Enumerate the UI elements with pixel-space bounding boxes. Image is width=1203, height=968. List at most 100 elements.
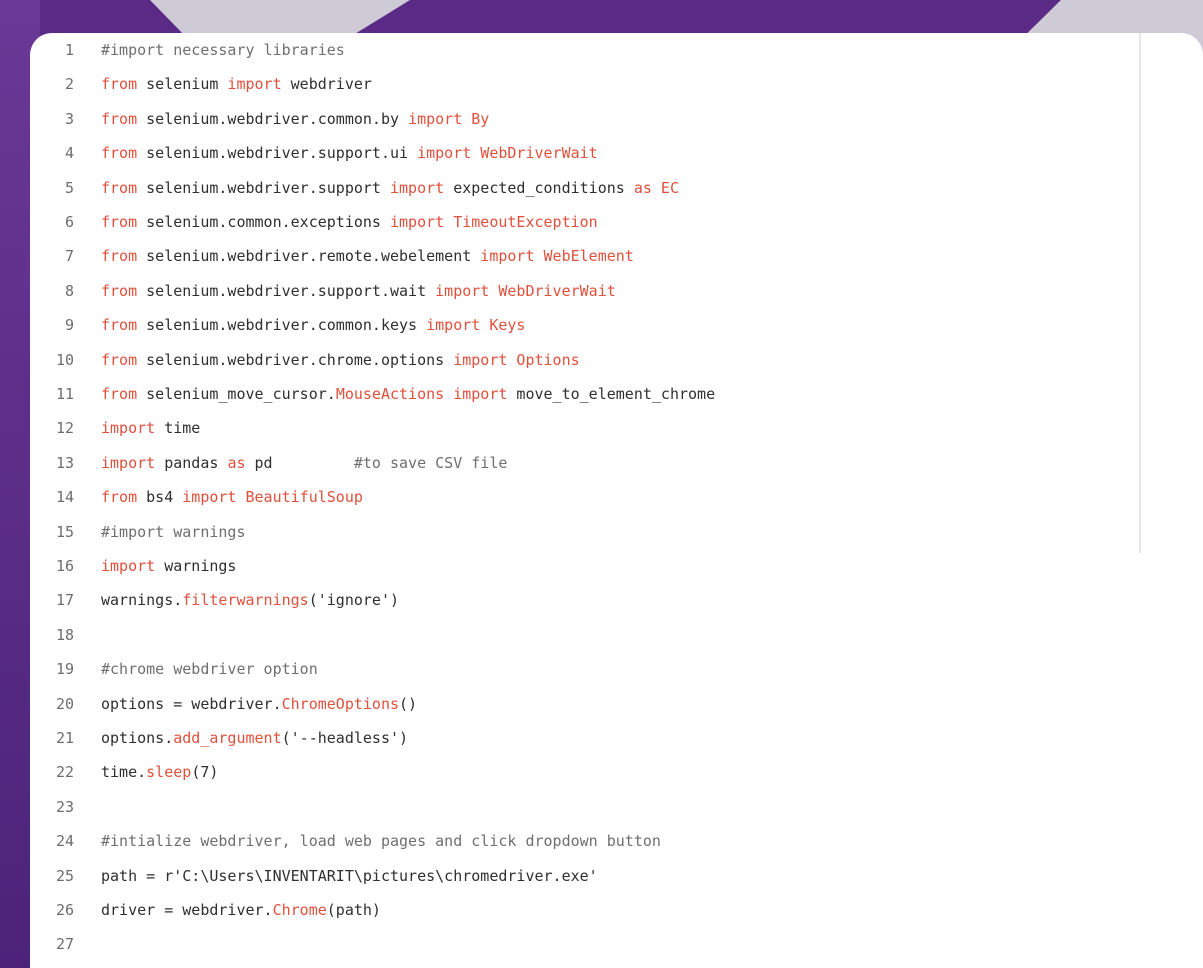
code-token: selenium.webdriver.common.keys [137, 316, 427, 335]
code-token: import [101, 453, 156, 472]
code-line: 16 import warnings [30, 549, 1203, 583]
code-token: #to save CSV file [353, 453, 508, 472]
code-line: 2 from selenium import webdriver [30, 67, 1203, 101]
code-line: 20 options = webdriver.ChromeOptions() [30, 687, 1203, 721]
code-token: from [101, 350, 138, 369]
code-token: from [101, 247, 138, 266]
code-token: import [101, 419, 156, 438]
code-token: BeautifulSoup [236, 488, 363, 507]
code-token: selenium.webdriver.support [137, 178, 390, 197]
line-text: import time [101, 411, 200, 445]
line-number: 12 [55, 419, 74, 438]
code-token: warnings. [101, 591, 183, 610]
code-token: #import necessary libraries [101, 41, 345, 59]
code-token: import [390, 213, 445, 231]
code-line: 22 time.sleep(7) [30, 755, 1203, 789]
code-token: filterwarnings [182, 591, 309, 610]
code-line: 17 warnings.filterwarnings('ignore') [30, 583, 1203, 617]
code-token: from [101, 316, 138, 335]
line-text: warnings.filterwarnings('ignore') [101, 583, 399, 617]
line-number: 7 [64, 247, 74, 266]
code-token: selenium.webdriver.support.wait [137, 281, 436, 300]
code-token: import [227, 75, 282, 94]
code-token: webdriver [281, 75, 372, 94]
code-token: expected_conditions [444, 178, 634, 197]
line-number: 6 [64, 213, 74, 231]
code-line: 26 driver = webdriver.Chrome(path) [30, 893, 1203, 927]
line-text: time.sleep(7) [101, 755, 218, 789]
code-token: ChromeOptions [281, 694, 400, 713]
line-number: 27 [55, 935, 74, 954]
code-token: as [227, 453, 246, 472]
code-line: 7 from selenium.webdriver.remote.webeleme… [30, 239, 1203, 273]
code-token: import [435, 281, 490, 300]
code-token: path = r'C:\Users\INVENTARIT\pictures\ch… [101, 866, 598, 885]
code-line: 18 [30, 618, 1203, 652]
line-text: from selenium.webdriver.support import e… [101, 171, 679, 205]
line-number: 16 [55, 557, 74, 575]
code-token: EC [651, 178, 679, 197]
code-token: from [101, 213, 138, 231]
code-token: selenium.common.exceptions [137, 213, 390, 231]
line-text: driver = webdriver.Chrome(path) [101, 893, 381, 927]
line-text: #intialize webdriver, load web pages and… [101, 824, 661, 858]
line-text: #import necessary libraries [101, 33, 345, 67]
code-line: 27 [30, 927, 1203, 961]
line-text: import warnings [101, 549, 236, 583]
code-token: move_to_element_chrome [507, 385, 716, 403]
line-text: from selenium import webdriver [101, 67, 372, 101]
line-number: 9 [64, 316, 74, 335]
code-token: bs4 [137, 488, 183, 507]
code-token: from [101, 281, 138, 300]
line-number: 5 [64, 178, 74, 197]
line-number: 23 [55, 797, 74, 816]
code-token: from [101, 109, 138, 128]
code-line: 21 options.add_argument('--headless') [30, 721, 1203, 755]
line-number: 26 [55, 901, 74, 919]
line-number: 13 [55, 453, 74, 472]
code-token: import [417, 144, 472, 163]
line-text: from selenium_move_cursor.MouseActions i… [101, 377, 715, 411]
code-token: from [101, 385, 138, 403]
line-text: from selenium.webdriver.common.by import… [101, 102, 489, 136]
code-token: selenium [137, 75, 228, 94]
code-token: time. [101, 763, 147, 782]
line-text: from selenium.webdriver.remote.webelemen… [101, 239, 634, 273]
code-token: selenium.webdriver.common.by [137, 109, 409, 128]
line-number: 24 [55, 832, 74, 851]
line-number: 15 [55, 522, 74, 541]
code-line: 19 #chrome webdriver option [30, 652, 1203, 686]
code-token: time [155, 419, 201, 438]
code-token: selenium.webdriver.support.ui [137, 144, 418, 163]
code-token: Options [507, 350, 580, 369]
code-token: pandas [155, 453, 228, 472]
line-text: path = r'C:\Users\INVENTARIT\pictures\ch… [101, 859, 598, 893]
code-token: selenium.webdriver.chrome.options [137, 350, 454, 369]
line-text: from selenium.webdriver.support.wait imp… [101, 274, 616, 308]
code-token: import [453, 385, 508, 403]
line-text: import pandas as pd #to save CSV file [101, 446, 507, 480]
code-token: from [101, 178, 138, 197]
code-token: #import warnings [101, 522, 246, 541]
code-token: import [426, 316, 481, 335]
code-editor: 1 #import necessary libraries 2 from seleni… [30, 33, 1203, 968]
code-token: ('ignore') [308, 591, 400, 610]
code-token: from [101, 144, 138, 163]
code-token: #chrome webdriver option [101, 660, 318, 679]
code-token: add_argument [173, 729, 282, 747]
line-number: 4 [64, 144, 74, 163]
code-token: WebElement [534, 247, 634, 266]
code-line: 4 from selenium.webdriver.support.ui impo… [30, 136, 1203, 170]
code-line: 10 from selenium.webdriver.chrome.options… [30, 343, 1203, 377]
code-token: MouseActions [335, 385, 445, 403]
code-token: ('--headless') [281, 729, 409, 747]
line-text: from bs4 import BeautifulSoup [101, 480, 363, 514]
line-number: 17 [55, 591, 74, 610]
code-token: import [453, 350, 508, 369]
code-token: warnings [155, 557, 237, 575]
code-token: selenium.webdriver.remote.webelement [137, 247, 481, 266]
code-line: 1 #import necessary libraries [30, 33, 1203, 67]
line-text: options = webdriver.ChromeOptions() [101, 687, 417, 721]
line-number: 25 [55, 866, 74, 885]
code-line: 12 import time [30, 411, 1203, 445]
